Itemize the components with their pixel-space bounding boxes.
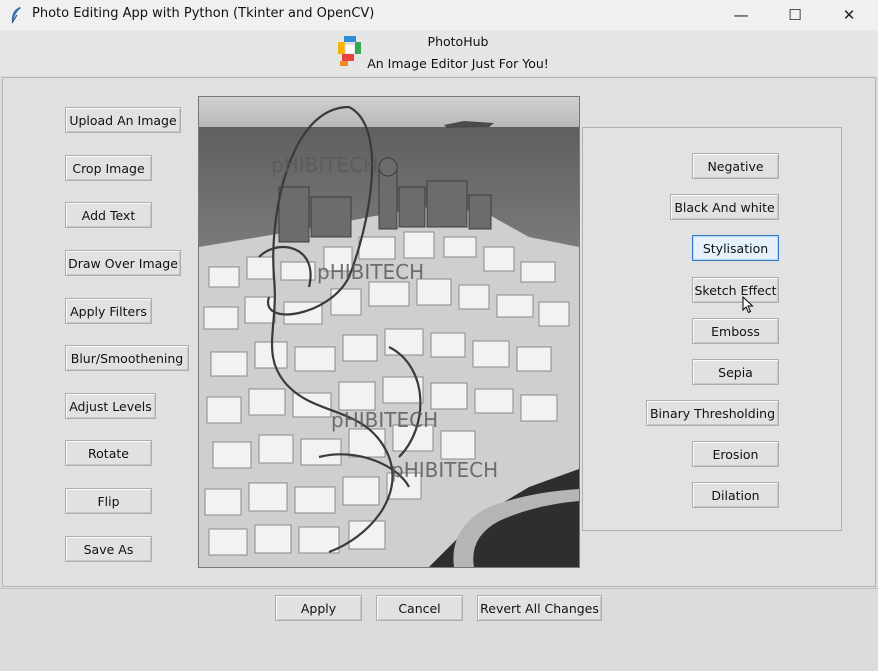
close-button[interactable]: ✕	[826, 0, 872, 30]
edited-photo: pHIBITECH pHIBITECH pHIBITECH pHIBITECH	[199, 97, 579, 567]
image-canvas[interactable]: pHIBITECH pHIBITECH pHIBITECH pHIBITECH	[198, 96, 580, 568]
filter-sketch-effect-button[interactable]: Sketch Effect	[692, 277, 779, 303]
save-as-button[interactable]: Save As	[65, 536, 152, 562]
revert-all-changes-button[interactable]: Revert All Changes	[477, 595, 602, 621]
filter-dilation-button[interactable]: Dilation	[692, 482, 779, 508]
filter-erosion-button[interactable]: Erosion	[692, 441, 779, 467]
minimize-button[interactable]: —	[718, 0, 764, 30]
filter-negative-button[interactable]: Negative	[692, 153, 779, 179]
filter-stylisation-button[interactable]: Stylisation	[692, 235, 779, 261]
filter-emboss-button[interactable]: Emboss	[692, 318, 779, 344]
draw-over-image-button[interactable]: Draw Over Image	[65, 250, 181, 276]
mouse-pointer-icon	[742, 296, 754, 314]
watermark-text: pHIBITECH	[271, 153, 378, 177]
maximize-button[interactable]: ☐	[772, 0, 818, 30]
crop-image-button[interactable]: Crop Image	[65, 155, 152, 181]
feather-icon	[11, 7, 21, 24]
rotate-button[interactable]: Rotate	[65, 440, 152, 466]
apply-button[interactable]: Apply	[275, 595, 362, 621]
upload-image-button[interactable]: Upload An Image	[65, 107, 181, 133]
app-header: PhotoHub An Image Editor Just For You!	[0, 30, 878, 76]
add-text-button[interactable]: Add Text	[65, 202, 152, 228]
blur-smoothening-button[interactable]: Blur/Smoothening	[65, 345, 189, 371]
apply-filters-button[interactable]: Apply Filters	[65, 298, 152, 324]
filter-black-and-white-button[interactable]: Black And white	[670, 194, 779, 220]
watermark-text: pHIBITECH	[331, 408, 438, 432]
adjust-levels-button[interactable]: Adjust Levels	[65, 393, 156, 419]
window-titlebar: Photo Editing App with Python (Tkinter a…	[0, 0, 878, 31]
flip-button[interactable]: Flip	[65, 488, 152, 514]
app-tagline: An Image Editor Just For You!	[367, 56, 549, 71]
photohub-logo-icon	[338, 36, 361, 66]
watermark-text: pHIBITECH	[317, 260, 424, 284]
app-name: PhotoHub	[427, 34, 489, 49]
cancel-button[interactable]: Cancel	[376, 595, 463, 621]
filter-binary-thresholding-button[interactable]: Binary Thresholding	[646, 400, 779, 426]
watermark-text: pHIBITECH	[391, 458, 498, 482]
filter-sepia-button[interactable]: Sepia	[692, 359, 779, 385]
window-title: Photo Editing App with Python (Tkinter a…	[32, 6, 375, 21]
